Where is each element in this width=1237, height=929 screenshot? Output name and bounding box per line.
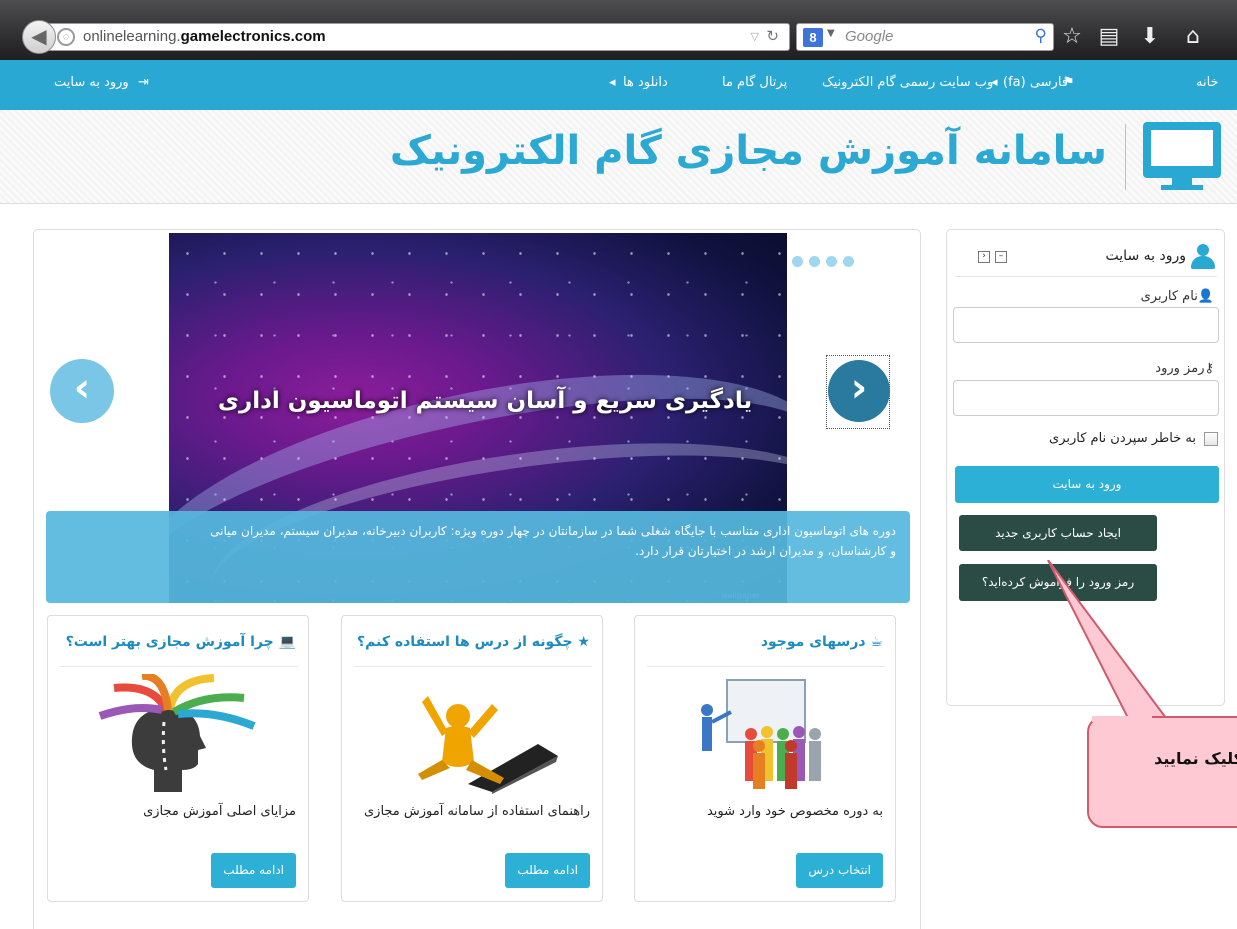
site-header: سامانه آموزش مجازی گام الکترونیک: [0, 110, 1237, 204]
card-title: 💻 چرا آموزش مجازی بهتر است؟: [65, 634, 296, 650]
nav-login[interactable]: ورود به سایت: [54, 75, 129, 90]
cup-icon: ☕: [865, 634, 883, 650]
divider: [354, 666, 592, 667]
read-more-button[interactable]: ادامه مطلب: [211, 853, 296, 888]
key-icon: ⚷: [1204, 361, 1214, 376]
slider-dot[interactable]: [826, 256, 837, 267]
divider: [955, 276, 1217, 277]
url-bar[interactable]: ◌ onlinelearning.gamelectronics.com ▽ ↻: [48, 23, 790, 51]
google-icon[interactable]: 8: [803, 28, 823, 47]
slide-title: یادگیری سریع و آسان سیستم اتوماسیون ادار…: [217, 388, 753, 414]
slider-dots: [792, 252, 860, 271]
reload-icon[interactable]: ↻: [766, 24, 779, 50]
top-navbar: خانه ⚑ فارسی (fa) ◂ وب سایت رسمی گام الک…: [0, 60, 1237, 110]
card-title: ★ چگونه از درس ها استفاده کنم؟: [357, 634, 590, 650]
choose-course-button[interactable]: انتخاب درس: [796, 853, 883, 888]
password-label: ⚷رمز ورود: [1155, 361, 1214, 376]
nav-downloads[interactable]: دانلود ها: [623, 75, 668, 90]
search-engine-dropdown-icon[interactable]: ▼: [827, 28, 835, 39]
slider-dot[interactable]: [792, 256, 803, 267]
card-why-online: 💻 چرا آموزش مجازی بهتر است؟ مزایای اصلی …: [47, 615, 309, 902]
star-icon: ★: [572, 634, 590, 650]
back-arrow-icon: ◀: [31, 24, 47, 48]
nav-language[interactable]: فارسی (fa): [1003, 75, 1068, 90]
globe-icon: ◌: [57, 28, 75, 46]
nav-downloads-caret-icon: ◂: [609, 75, 616, 90]
reading-list-icon[interactable]: ▤: [1096, 24, 1122, 50]
back-button[interactable]: ◀: [22, 20, 56, 54]
username-field[interactable]: [953, 307, 1219, 343]
callout-join: [1092, 716, 1152, 722]
slider-next-button[interactable]: ›: [828, 360, 890, 422]
dock-icon[interactable]: ›: [978, 251, 990, 263]
caption-line: دوره های اتوماسیون اداری متناسب با جایگا…: [210, 524, 896, 538]
card-text: مزایای اصلی آموزش مجازی: [143, 804, 296, 819]
username-icon: 👤: [1197, 289, 1214, 304]
login-panel-title: ورود به سایت: [1105, 248, 1186, 264]
download-icon[interactable]: ⬇: [1137, 24, 1163, 50]
laptop-person-illustration: [418, 696, 558, 794]
search-input[interactable]: 8 ▼ Google ⚲: [796, 23, 1054, 51]
login-button[interactable]: ورود به سایت: [955, 466, 1219, 503]
username-label: 👤نام کاربری: [1140, 289, 1214, 304]
main-content: یادگیری سریع و آسان سیستم اتوماسیون ادار…: [33, 229, 921, 929]
search-placeholder: Google: [845, 28, 894, 45]
create-account-button[interactable]: ایجاد حساب کاربری جدید: [959, 515, 1157, 551]
read-more-button[interactable]: ادامه مطلب: [505, 853, 590, 888]
slider-dot[interactable]: [843, 256, 854, 267]
star-icon[interactable]: ☆: [1059, 24, 1085, 50]
remember-username-label: به خاطر سپردن نام کاربری: [1049, 431, 1196, 446]
remember-username-checkbox[interactable]: [1204, 432, 1218, 446]
laptop-icon: 💻: [273, 634, 296, 650]
classroom-illustration: [701, 679, 821, 789]
collapse-icon[interactable]: –: [995, 251, 1007, 263]
nav-home[interactable]: خانه: [1196, 75, 1219, 90]
divider: [60, 666, 298, 667]
caption-line: و کارشناسان، و مدیران ارشد در اختیارتان …: [635, 544, 896, 558]
card-available-courses: ☕ درسهای موجود به دوره مخصوص خود وارد شو…: [634, 615, 896, 902]
slider-dot[interactable]: [809, 256, 820, 267]
home-icon[interactable]: ⌂: [1180, 24, 1206, 50]
monitor-icon: [1143, 122, 1221, 192]
url-prefix: onlinelearning.: [83, 28, 181, 45]
card-text: راهنمای استفاده از سامانه آموزش مجازی: [363, 804, 590, 819]
user-icon: [1190, 244, 1216, 270]
search-icon[interactable]: ⚲: [1035, 26, 1047, 46]
chevron-right-icon: ›: [850, 365, 868, 411]
card-text: به دوره مخصوص خود وارد شوید: [706, 804, 883, 819]
callout-text: کلیک نمایید: [1154, 749, 1237, 768]
url-domain: gamelectronics.com: [180, 28, 326, 45]
slide-caption: دوره های اتوماسیون اداری متناسب با جایگا…: [46, 511, 910, 603]
card-how-to-use: ★ چگونه از درس ها استفاده کنم؟ راهنمای ا…: [341, 615, 603, 902]
password-field[interactable]: [953, 380, 1219, 416]
site-title: سامانه آموزش مجازی گام الکترونیک: [389, 128, 1107, 174]
login-icon[interactable]: ⇥: [138, 75, 149, 90]
card-title: ☕ درسهای موجود: [760, 634, 883, 650]
divider: [647, 666, 885, 667]
header-divider: [1125, 124, 1126, 190]
nav-official-site[interactable]: وب سایت رسمی گام الکترونیک: [822, 75, 993, 90]
nav-portal[interactable]: پرتال گام ما: [722, 75, 787, 90]
colorful-head-illustration: [98, 674, 256, 792]
slider-prev-button[interactable]: ‹: [50, 359, 114, 423]
history-dropdown-icon[interactable]: ▽: [751, 24, 759, 50]
browser-toolbar: ◌ onlinelearning.gamelectronics.com ▽ ↻ …: [0, 0, 1237, 60]
chevron-left-icon: ‹: [73, 365, 91, 411]
